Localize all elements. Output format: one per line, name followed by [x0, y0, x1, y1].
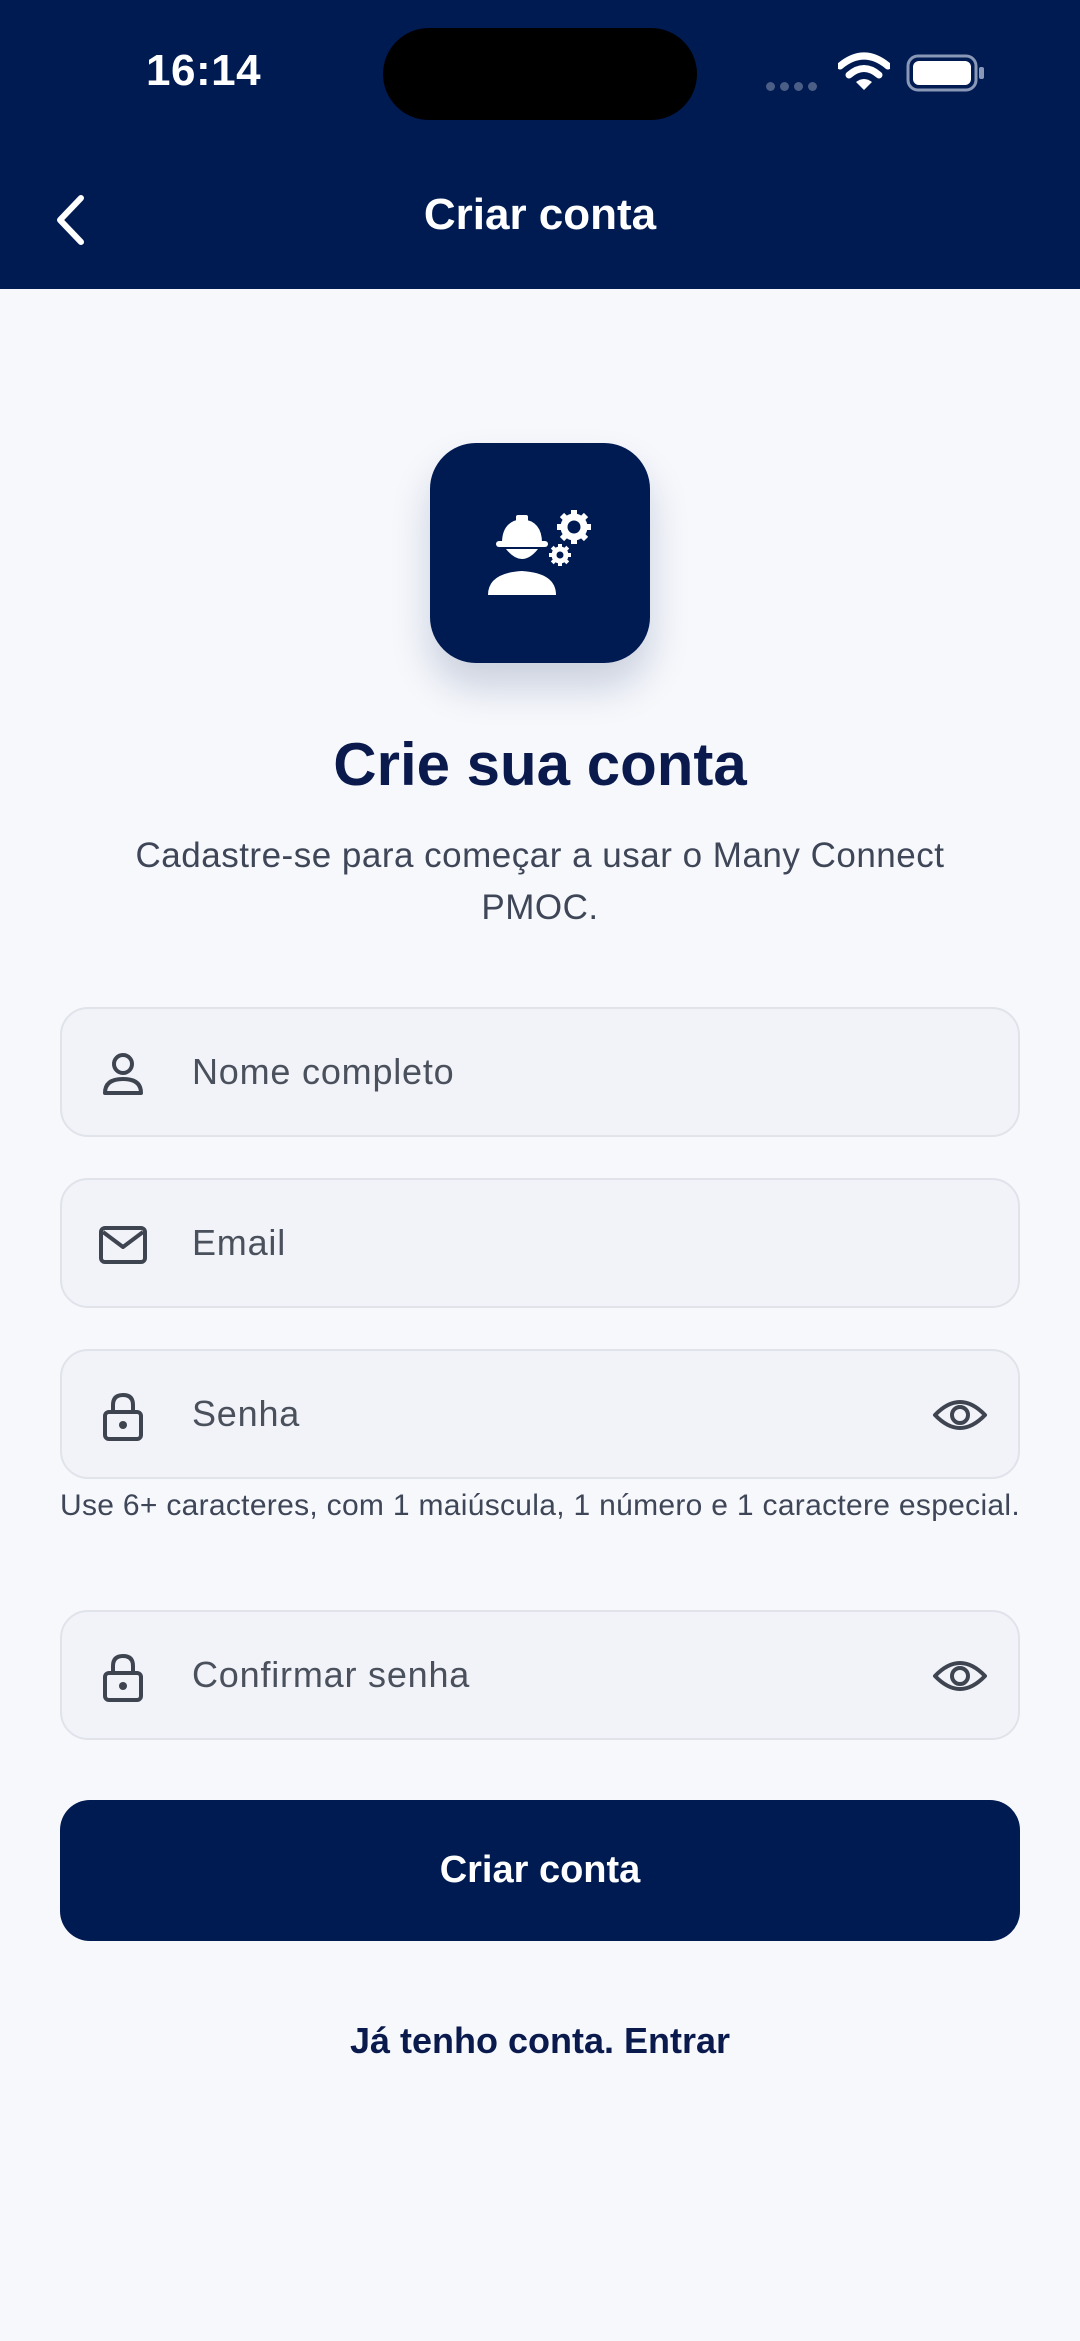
name-field[interactable]: Nome completo: [60, 1007, 1020, 1137]
password-placeholder: Senha: [192, 1393, 301, 1434]
password-field[interactable]: Senha: [60, 1349, 1020, 1479]
page-subtitle: Cadastre-se para começar a usar o Many C…: [135, 836, 945, 927]
wifi-icon: [836, 52, 892, 97]
confirm-password-placeholder: Confirmar senha: [192, 1654, 471, 1695]
page-heading: Crie sua conta: [333, 731, 747, 798]
confirm-password-field[interactable]: Confirmar senha: [60, 1610, 1020, 1740]
email-placeholder: Email: [192, 1222, 287, 1263]
lock-icon: [98, 1391, 148, 1441]
eye-icon[interactable]: [930, 1387, 990, 1443]
login-link[interactable]: Já tenho conta. Entrar: [0, 2020, 1080, 2062]
email-field[interactable]: Email: [60, 1178, 1020, 1308]
eye-icon[interactable]: [930, 1648, 990, 1704]
name-placeholder: Nome completo: [192, 1051, 455, 1092]
app-logo: [430, 443, 650, 663]
status-time: 16:14: [146, 46, 262, 95]
signal-dots-icon: [766, 78, 822, 96]
battery-icon: [906, 54, 986, 97]
header-title: Criar conta: [423, 190, 657, 239]
dynamic-island: [383, 28, 697, 120]
mail-icon: [98, 1220, 148, 1270]
worker-helmet-gears-icon: [488, 510, 591, 595]
app-header: 16:14 Criar conta: [0, 0, 1080, 289]
person-icon: [98, 1049, 148, 1099]
create-account-screen: 16:14 Criar conta Crie sua conta Cadastr…: [0, 0, 1080, 2341]
create-account-button[interactable]: Criar conta: [60, 1800, 1020, 1941]
lock-icon: [98, 1652, 148, 1702]
password-hint: Use 6+ caracteres, com 1 maiúscula, 1 nú…: [60, 1489, 1021, 1522]
